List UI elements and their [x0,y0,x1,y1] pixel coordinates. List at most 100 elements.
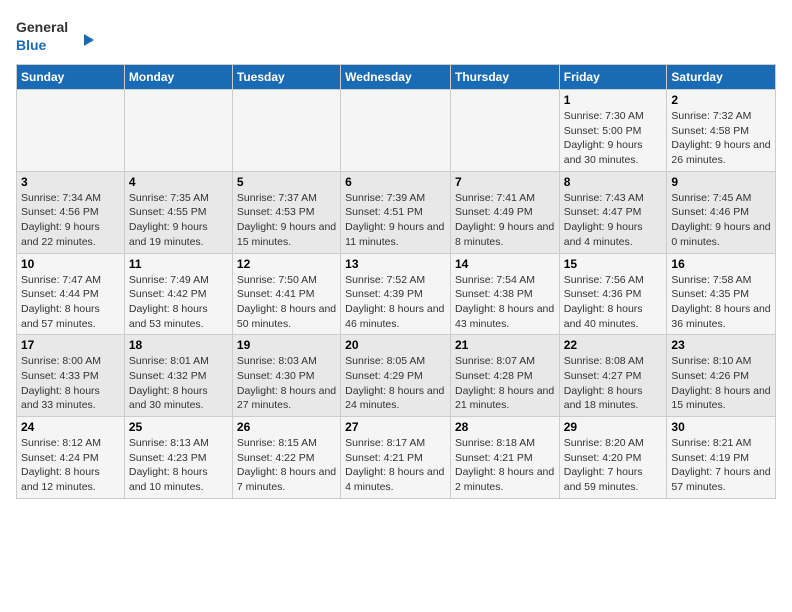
logo: General Blue [16,16,96,56]
calendar-cell: 5 Sunrise: 7:37 AM Sunset: 4:53 PM Daylig… [232,171,340,253]
day-info: Sunrise: 8:05 AM Sunset: 4:29 PM Dayligh… [345,354,446,413]
day-info: Sunrise: 7:56 AM Sunset: 4:36 PM Dayligh… [564,273,663,332]
day-number: 4 [129,175,228,189]
day-number: 21 [455,338,555,352]
day-number: 20 [345,338,446,352]
calendar-cell: 2 Sunrise: 7:32 AM Sunset: 4:58 PM Daylig… [667,90,776,172]
day-number: 29 [564,420,663,434]
calendar-cell: 24 Sunrise: 8:12 AM Sunset: 4:24 PM Dayli… [17,417,125,499]
svg-text:General: General [16,19,68,35]
day-number: 23 [671,338,771,352]
day-info: Sunrise: 7:30 AM Sunset: 5:00 PM Dayligh… [564,109,663,168]
day-info: Sunrise: 7:34 AM Sunset: 4:56 PM Dayligh… [21,191,120,250]
calendar-cell: 28Sunrise: 8:18 AM Sunset: 4:21 PM Dayli… [450,417,559,499]
calendar-cell: 20 Sunrise: 8:05 AM Sunset: 4:29 PM Dayli… [341,335,451,417]
day-number: 30 [671,420,771,434]
day-info: Sunrise: 8:10 AM Sunset: 4:26 PM Dayligh… [671,354,771,413]
day-info: Sunrise: 8:07 AM Sunset: 4:28 PM Dayligh… [455,354,555,413]
weekday-header: Friday [559,65,667,90]
calendar-cell: 4 Sunrise: 7:35 AM Sunset: 4:55 PM Daylig… [124,171,232,253]
calendar-week-row: 24 Sunrise: 8:12 AM Sunset: 4:24 PM Dayli… [17,417,776,499]
day-number: 1 [564,93,663,107]
calendar-cell: 21 Sunrise: 8:07 AM Sunset: 4:28 PM Dayli… [450,335,559,417]
day-number: 5 [237,175,336,189]
day-number: 28 [455,420,555,434]
calendar-cell [232,90,340,172]
calendar-cell [450,90,559,172]
calendar-cell: 25 Sunrise: 8:13 AM Sunset: 4:23 PM Dayli… [124,417,232,499]
day-info: Sunrise: 7:52 AM Sunset: 4:39 PM Dayligh… [345,273,446,332]
page-header: General Blue [16,16,776,56]
day-info: Sunrise: 8:13 AM Sunset: 4:23 PM Dayligh… [129,436,228,495]
calendar-cell: 13 Sunrise: 7:52 AM Sunset: 4:39 PM Dayli… [341,253,451,335]
day-info: Sunrise: 7:41 AM Sunset: 4:49 PM Dayligh… [455,191,555,250]
day-info: Sunrise: 8:00 AM Sunset: 4:33 PM Dayligh… [21,354,120,413]
calendar-cell: 6 Sunrise: 7:39 AM Sunset: 4:51 PM Daylig… [341,171,451,253]
calendar-cell: 22 Sunrise: 8:08 AM Sunset: 4:27 PM Dayli… [559,335,667,417]
svg-text:Blue: Blue [16,37,47,53]
day-number: 18 [129,338,228,352]
day-number: 10 [21,257,120,271]
day-number: 25 [129,420,228,434]
day-number: 16 [671,257,771,271]
calendar-cell: 19Sunrise: 8:03 AM Sunset: 4:30 PM Dayli… [232,335,340,417]
calendar-cell: 7 Sunrise: 7:41 AM Sunset: 4:49 PM Daylig… [450,171,559,253]
day-number: 15 [564,257,663,271]
day-number: 2 [671,93,771,107]
calendar-cell: 26 Sunrise: 8:15 AM Sunset: 4:22 PM Dayli… [232,417,340,499]
weekday-header: Tuesday [232,65,340,90]
day-info: Sunrise: 7:54 AM Sunset: 4:38 PM Dayligh… [455,273,555,332]
calendar-cell: 27Sunrise: 8:17 AM Sunset: 4:21 PM Dayli… [341,417,451,499]
day-number: 7 [455,175,555,189]
day-info: Sunrise: 7:39 AM Sunset: 4:51 PM Dayligh… [345,191,446,250]
day-info: Sunrise: 8:17 AM Sunset: 4:21 PM Dayligh… [345,436,446,495]
day-number: 17 [21,338,120,352]
day-info: Sunrise: 7:50 AM Sunset: 4:41 PM Dayligh… [237,273,336,332]
day-number: 8 [564,175,663,189]
day-info: Sunrise: 8:20 AM Sunset: 4:20 PM Dayligh… [564,436,663,495]
day-info: Sunrise: 7:32 AM Sunset: 4:58 PM Dayligh… [671,109,771,168]
day-number: 13 [345,257,446,271]
day-number: 24 [21,420,120,434]
calendar-cell: 18 Sunrise: 8:01 AM Sunset: 4:32 PM Dayli… [124,335,232,417]
day-info: Sunrise: 8:01 AM Sunset: 4:32 PM Dayligh… [129,354,228,413]
day-info: Sunrise: 8:03 AM Sunset: 4:30 PM Dayligh… [237,354,336,413]
weekday-header: Monday [124,65,232,90]
logo-svg: General Blue [16,16,96,56]
day-info: Sunrise: 8:15 AM Sunset: 4:22 PM Dayligh… [237,436,336,495]
calendar-cell: 12 Sunrise: 7:50 AM Sunset: 4:41 PM Dayli… [232,253,340,335]
day-info: Sunrise: 7:43 AM Sunset: 4:47 PM Dayligh… [564,191,663,250]
day-number: 6 [345,175,446,189]
weekday-header: Wednesday [341,65,451,90]
calendar-cell: 11Sunrise: 7:49 AM Sunset: 4:42 PM Dayli… [124,253,232,335]
calendar-cell [124,90,232,172]
weekday-header: Sunday [17,65,125,90]
day-info: Sunrise: 8:21 AM Sunset: 4:19 PM Dayligh… [671,436,771,495]
calendar-cell: 16 Sunrise: 7:58 AM Sunset: 4:35 PM Dayli… [667,253,776,335]
day-info: Sunrise: 7:37 AM Sunset: 4:53 PM Dayligh… [237,191,336,250]
calendar-cell: 1 Sunrise: 7:30 AM Sunset: 5:00 PM Daylig… [559,90,667,172]
day-number: 26 [237,420,336,434]
calendar-cell: 17 Sunrise: 8:00 AM Sunset: 4:33 PM Dayli… [17,335,125,417]
weekday-header-row: SundayMondayTuesdayWednesdayThursdayFrid… [17,65,776,90]
day-info: Sunrise: 8:12 AM Sunset: 4:24 PM Dayligh… [21,436,120,495]
day-info: Sunrise: 7:49 AM Sunset: 4:42 PM Dayligh… [129,273,228,332]
day-number: 22 [564,338,663,352]
day-info: Sunrise: 7:58 AM Sunset: 4:35 PM Dayligh… [671,273,771,332]
calendar-cell: 30 Sunrise: 8:21 AM Sunset: 4:19 PM Dayli… [667,417,776,499]
calendar-cell: 8 Sunrise: 7:43 AM Sunset: 4:47 PM Daylig… [559,171,667,253]
calendar-week-row: 1 Sunrise: 7:30 AM Sunset: 5:00 PM Daylig… [17,90,776,172]
weekday-header: Saturday [667,65,776,90]
day-info: Sunrise: 7:47 AM Sunset: 4:44 PM Dayligh… [21,273,120,332]
calendar-cell: 29 Sunrise: 8:20 AM Sunset: 4:20 PM Dayli… [559,417,667,499]
day-number: 14 [455,257,555,271]
calendar-cell [17,90,125,172]
calendar-cell: 3 Sunrise: 7:34 AM Sunset: 4:56 PM Daylig… [17,171,125,253]
day-number: 3 [21,175,120,189]
calendar-cell: 15 Sunrise: 7:56 AM Sunset: 4:36 PM Dayli… [559,253,667,335]
calendar-cell: 23 Sunrise: 8:10 AM Sunset: 4:26 PM Dayli… [667,335,776,417]
day-info: Sunrise: 7:35 AM Sunset: 4:55 PM Dayligh… [129,191,228,250]
weekday-header: Thursday [450,65,559,90]
day-number: 12 [237,257,336,271]
day-info: Sunrise: 8:08 AM Sunset: 4:27 PM Dayligh… [564,354,663,413]
